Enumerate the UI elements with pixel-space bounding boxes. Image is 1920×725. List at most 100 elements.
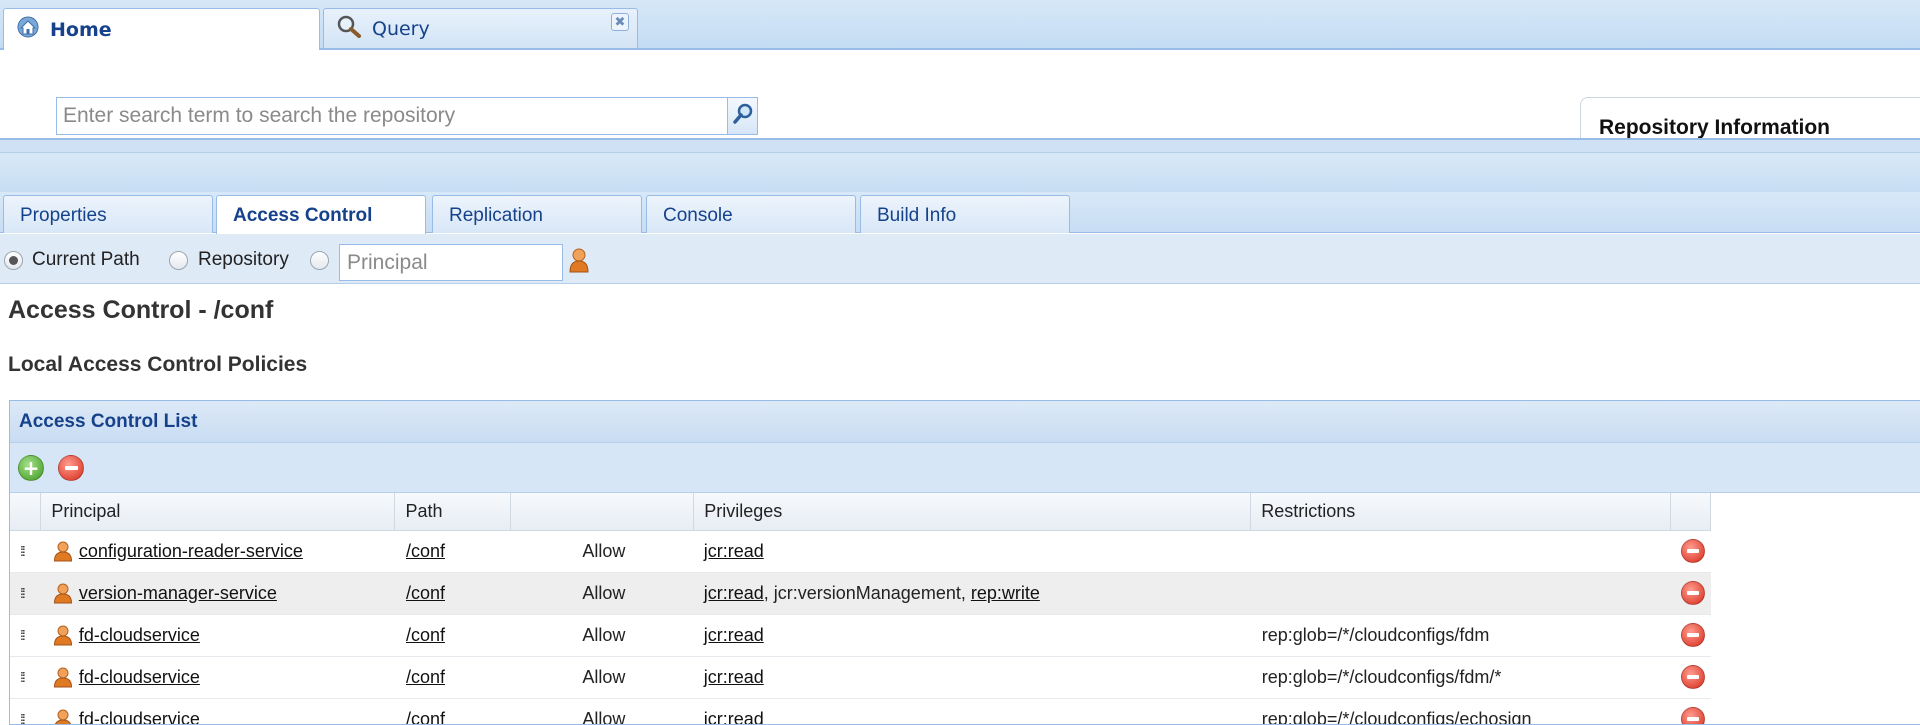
- privilege-link[interactable]: jcr:read: [704, 541, 764, 561]
- restrictions-cell: rep:glob=/*/cloudconfigs/fdm/*: [1250, 656, 1671, 699]
- splitter[interactable]: [0, 138, 1920, 152]
- acl-body: ⁞⁞ configuration-reader-service/conf Allow…: [10, 530, 1711, 725]
- path-link[interactable]: /conf: [406, 583, 445, 603]
- table-row[interactable]: ⁞⁞ configuration-reader-service/conf Allow…: [10, 530, 1711, 573]
- tab-access-control[interactable]: Access Control: [216, 195, 426, 234]
- minus-icon: [1686, 549, 1699, 553]
- radio-current-path-label[interactable]: Current Path: [32, 249, 140, 271]
- tab-console[interactable]: Console: [646, 195, 856, 233]
- tab-home-label: Home: [50, 18, 112, 41]
- effect-cell: Allow: [510, 572, 694, 615]
- privileges-cell: jcr:read, jcr:versionManagement, rep:wri…: [693, 572, 1251, 615]
- delete-entry-button[interactable]: [1680, 539, 1705, 563]
- privilege-link[interactable]: rep:write: [971, 583, 1040, 603]
- table-row[interactable]: ⁞⁞ fd-cloudservice/conf Allow jcr:read rep:g…: [10, 614, 1711, 657]
- delete-entry-button[interactable]: [1680, 623, 1705, 647]
- panel-tab-bar: Properties Access Control Replication Co…: [0, 192, 1920, 234]
- tab-build-info[interactable]: Build Info: [860, 195, 1070, 233]
- repository-information-title: Repository Information: [1599, 116, 1831, 139]
- close-icon[interactable]: ✖: [611, 13, 629, 31]
- column-header-drag: [10, 493, 42, 531]
- home-icon: [16, 16, 40, 43]
- column-header-path[interactable]: Path: [394, 493, 511, 531]
- drag-handle-icon[interactable]: ⁞⁞: [10, 572, 41, 615]
- privilege-link[interactable]: jcr:read: [704, 709, 764, 725]
- acl-table: Principal Path Privileges Restrictions ⁞…: [10, 493, 1711, 725]
- table-row[interactable]: ⁞⁞ version-manager-service/conf Allow jcr:r…: [10, 572, 1711, 615]
- minus-icon: [1686, 717, 1699, 721]
- path-link[interactable]: /conf: [406, 541, 445, 561]
- minus-icon: [1686, 675, 1699, 679]
- delete-cell: [1670, 698, 1711, 724]
- path-cell: /conf: [394, 656, 511, 699]
- restrictions-cell: [1250, 572, 1671, 615]
- delete-cell: [1670, 614, 1711, 657]
- search-input[interactable]: [56, 97, 728, 135]
- user-picker-icon[interactable]: [568, 247, 590, 279]
- user-icon: [53, 708, 73, 724]
- magnifier-icon: [336, 14, 362, 43]
- principal-cell: fd-cloudservice: [40, 614, 395, 657]
- principal-link[interactable]: version-manager-service: [79, 583, 277, 604]
- delete-entry-button[interactable]: [1680, 707, 1705, 724]
- radio-repository-label[interactable]: Repository: [198, 249, 289, 271]
- add-entry-button[interactable]: +: [18, 454, 44, 481]
- tab-query[interactable]: Query ✖: [323, 8, 638, 48]
- table-row[interactable]: ⁞⁞ fd-cloudservice/conf Allow jcr:read rep:g…: [10, 656, 1711, 699]
- plus-icon: +: [22, 455, 40, 480]
- principal-link[interactable]: fd-cloudservice: [79, 667, 200, 688]
- column-header-principal[interactable]: Principal: [40, 493, 396, 531]
- tab-home[interactable]: Home: [3, 8, 320, 50]
- path-link[interactable]: /conf: [406, 709, 445, 725]
- drag-handle-icon[interactable]: ⁞⁞: [10, 530, 41, 573]
- privileges-cell: jcr:read: [693, 530, 1251, 573]
- column-header-privileges[interactable]: Privileges: [693, 493, 1252, 531]
- delete-entry-button[interactable]: [1680, 665, 1705, 689]
- principal-link[interactable]: configuration-reader-service: [79, 541, 303, 562]
- tab-replication[interactable]: Replication: [432, 195, 642, 233]
- delete-entry-button[interactable]: [1680, 581, 1705, 605]
- restrictions-cell: rep:glob=/*/cloudconfigs/echosign: [1250, 698, 1671, 724]
- effect-cell: Allow: [510, 698, 694, 724]
- drag-handle-icon[interactable]: ⁞⁞: [10, 656, 41, 699]
- principal-cell: fd-cloudservice: [40, 698, 395, 725]
- principal-cell: configuration-reader-service: [40, 530, 395, 573]
- search-button[interactable]: [728, 97, 758, 135]
- acl-header-row: Principal Path Privileges Restrictions: [10, 493, 1711, 531]
- column-header-effect[interactable]: [510, 493, 695, 531]
- acl-title: Access Control List: [10, 401, 1920, 443]
- principal-link[interactable]: fd-cloudservice: [79, 709, 200, 725]
- tab-properties[interactable]: Properties: [3, 195, 213, 233]
- principal-link[interactable]: fd-cloudservice: [79, 625, 200, 646]
- remove-entry-button[interactable]: [58, 454, 84, 481]
- path-cell: /conf: [394, 572, 511, 615]
- delete-cell: [1670, 530, 1711, 573]
- drag-handle-icon[interactable]: ⁞⁞: [10, 698, 41, 724]
- restrictions-cell: [1250, 530, 1671, 573]
- principal-cell: fd-cloudservice: [40, 656, 395, 699]
- scope-selector: Current Path Repository: [0, 234, 1920, 284]
- minus-icon: [1686, 633, 1699, 637]
- privilege-link[interactable]: jcr:read: [704, 583, 764, 603]
- drag-handle-icon[interactable]: ⁞⁞: [10, 614, 41, 657]
- radio-repository[interactable]: [169, 251, 188, 270]
- path-link[interactable]: /conf: [406, 667, 445, 687]
- radio-current-path[interactable]: [4, 251, 23, 270]
- table-row[interactable]: ⁞⁞ fd-cloudservice/conf Allow jcr:read rep:g…: [10, 698, 1711, 725]
- path-link[interactable]: /conf: [406, 625, 445, 645]
- radio-principal[interactable]: [310, 251, 329, 270]
- privilege-link[interactable]: jcr:read: [704, 667, 764, 687]
- delete-cell: [1670, 572, 1711, 615]
- user-icon: [53, 582, 73, 604]
- panel-header-band: [0, 152, 1920, 192]
- principal-cell: version-manager-service: [40, 572, 395, 615]
- delete-cell: [1670, 656, 1711, 699]
- column-header-restrictions[interactable]: Restrictions: [1250, 493, 1671, 531]
- user-icon: [53, 624, 73, 646]
- privilege-link[interactable]: jcr:read: [704, 625, 764, 645]
- search-icon: [732, 102, 754, 130]
- minus-icon: [64, 465, 78, 470]
- principal-input[interactable]: [339, 244, 563, 281]
- page-title: Access Control - /conf: [8, 296, 274, 324]
- user-icon: [53, 666, 73, 688]
